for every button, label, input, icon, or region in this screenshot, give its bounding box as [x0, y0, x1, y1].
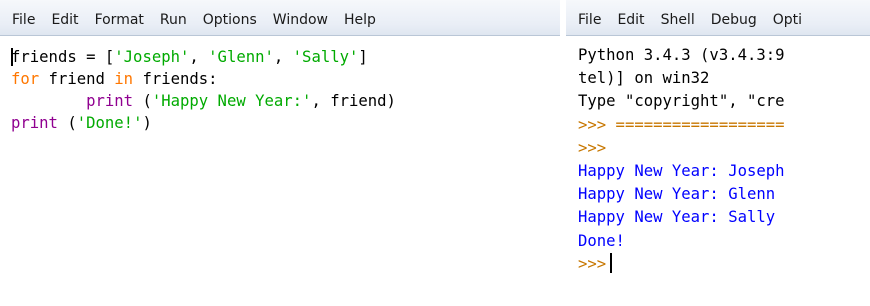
code-token: ,	[189, 48, 209, 66]
code-token: (	[57, 114, 77, 132]
shell-menubar: File Edit Shell Debug Opti	[566, 0, 870, 36]
shell-prompt-line: >>>	[578, 252, 785, 276]
menu-options[interactable]: Opti	[765, 11, 810, 29]
shell-text: Happy New Year: Glenn	[578, 185, 776, 204]
shell-text: Type "copyright", "cre	[578, 92, 785, 111]
code-token: for	[11, 70, 40, 88]
shell-text: >>>	[578, 138, 607, 157]
code-line: for friend in friends:	[11, 68, 396, 90]
code-editor-text-area[interactable]: friends = ['Joseph', 'Glenn', 'Sally'] fo…	[11, 46, 396, 134]
menu-edit[interactable]: Edit	[43, 11, 86, 29]
menu-options[interactable]: Options	[195, 11, 265, 29]
code-token: print	[86, 92, 134, 110]
code-token: ,	[273, 48, 293, 66]
menu-run[interactable]: Run	[152, 11, 195, 29]
code-token: )	[142, 114, 152, 132]
shell-output-line: Done!	[578, 230, 785, 253]
code-token: friend	[39, 70, 115, 88]
menu-format[interactable]: Format	[87, 11, 152, 29]
code-token: 'Happy New Year:'	[151, 92, 312, 110]
code-token: 'Sally'	[292, 48, 359, 66]
shell-text: >>> ==================	[578, 115, 785, 134]
code-token: friends = [	[11, 48, 115, 66]
shell-output-line: tel)] on win32	[578, 67, 785, 90]
menu-edit[interactable]: Edit	[609, 11, 652, 29]
shell-window: File Edit Shell Debug Opti Python 3.4.3 …	[566, 0, 870, 306]
code-token: friends:	[133, 70, 218, 88]
code-line: friends = ['Joseph', 'Glenn', 'Sally']	[11, 46, 396, 68]
shell-text: Happy New Year: Joseph	[578, 161, 785, 180]
code-line: print ('Happy New Year:', friend)	[11, 90, 396, 112]
shell-text: Python 3.4.3 (v3.4.3:9	[578, 46, 785, 64]
code-token: in	[114, 70, 134, 88]
menu-file[interactable]: File	[566, 11, 609, 29]
text-cursor	[610, 252, 613, 273]
shell-text: Done!	[578, 231, 625, 250]
code-line: print ('Done!')	[11, 112, 396, 134]
menu-window[interactable]: Window	[265, 11, 336, 29]
code-token: 'Joseph'	[114, 48, 190, 66]
menu-shell[interactable]: Shell	[653, 11, 703, 29]
code-token: print	[11, 114, 58, 132]
shell-output-line: Happy New Year: Sally	[578, 206, 785, 229]
menu-file[interactable]: File	[0, 11, 43, 29]
shell-text: tel)] on win32	[578, 69, 710, 88]
code-token: 'Glenn'	[208, 48, 274, 66]
shell-prompt-line: >>> ==================	[578, 114, 785, 137]
code-token: (	[133, 92, 152, 110]
shell-output-line: Happy New Year: Glenn	[578, 183, 785, 206]
code-token: , friend)	[311, 92, 396, 110]
code-token: 'Done!'	[76, 114, 143, 132]
shell-output-line: Python 3.4.3 (v3.4.3:9	[578, 44, 785, 67]
shell-output-area[interactable]: Python 3.4.3 (v3.4.3:9 tel)] on win32 Type…	[578, 44, 785, 276]
shell-output-line: Happy New Year: Joseph	[578, 160, 785, 183]
editor-menubar: File Edit Format Run Options Window Help	[0, 0, 560, 36]
shell-text: >>>	[578, 254, 607, 273]
menu-debug[interactable]: Debug	[703, 11, 765, 29]
editor-window: File Edit Format Run Options Window Help…	[0, 0, 560, 306]
menu-help[interactable]: Help	[336, 11, 384, 29]
shell-text: Happy New Year: Sally	[578, 208, 776, 227]
shell-output-line: Type "copyright", "cre	[578, 90, 785, 113]
shell-prompt-line: >>>	[578, 137, 785, 160]
code-token: ]	[358, 48, 368, 66]
